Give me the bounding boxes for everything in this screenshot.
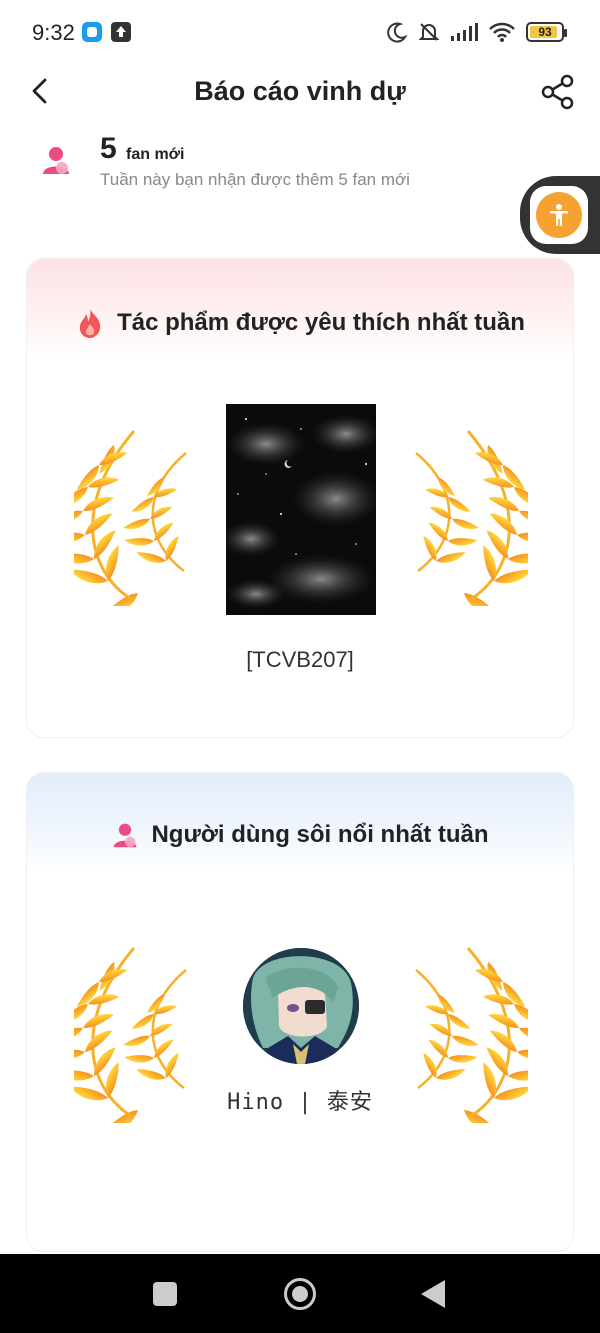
system-navigation-bar <box>0 1254 600 1333</box>
favorite-work-heading: Tác phẩm được yêu thích nhất tuần <box>27 307 573 339</box>
signal-icon <box>451 23 478 41</box>
favorite-work-card: Tác phẩm được yêu thích nhất tuần [TCVB2… <box>26 258 574 738</box>
moon-icon <box>387 22 408 43</box>
battery-level: 93 <box>538 25 552 39</box>
fans-label: fan mới <box>126 146 185 163</box>
page-title: Báo cáo vinh dự <box>194 76 406 106</box>
app-notification-icon <box>82 22 102 42</box>
active-user-heading: Người dùng sôi nổi nhất tuần <box>27 821 573 849</box>
floating-accessibility-button[interactable] <box>520 176 600 254</box>
username[interactable]: Hino | 泰安 <box>27 1084 573 1116</box>
wifi-icon <box>489 22 515 42</box>
status-icons: 93 <box>386 18 567 46</box>
home-button[interactable] <box>284 1278 316 1310</box>
status-bar: 9:32 93 <box>0 0 600 64</box>
header: Báo cáo vinh dự <box>0 64 600 120</box>
upload-notification-icon <box>111 22 131 42</box>
fans-subtitle: Tuần này bạn nhận được thêm 5 fan mới <box>100 170 410 189</box>
active-user-card: Người dùng sôi nổi nhất tuần Hino | 泰安 <box>26 772 574 1252</box>
share-icon <box>541 74 574 110</box>
work-title[interactable]: [TCVB207] <box>27 647 573 673</box>
user-icon <box>43 147 69 174</box>
fans-count: 5 <box>100 132 117 165</box>
favorite-work-heading-text: Tác phẩm được yêu thích nhất tuần <box>117 309 525 336</box>
active-user-heading-text: Người dùng sôi nổi nhất tuần <box>151 821 489 848</box>
user-avatar[interactable] <box>243 948 359 1064</box>
share-button[interactable] <box>540 74 576 110</box>
laurel-right-icon <box>408 421 528 606</box>
fire-icon <box>79 309 101 338</box>
laurel-left-icon <box>74 421 194 606</box>
battery-icon: 93 <box>526 22 567 42</box>
mute-bell-icon <box>418 23 440 41</box>
status-time: 9:32 <box>32 20 75 45</box>
accessibility-icon <box>550 204 568 226</box>
new-fans-summary: 5 fan mới Tuần này bạn nhận được thêm 5 … <box>40 130 540 200</box>
user-icon <box>114 823 137 848</box>
system-back-button[interactable] <box>421 1280 445 1308</box>
recent-apps-button[interactable] <box>153 1282 177 1306</box>
work-cover-image[interactable] <box>226 404 376 615</box>
